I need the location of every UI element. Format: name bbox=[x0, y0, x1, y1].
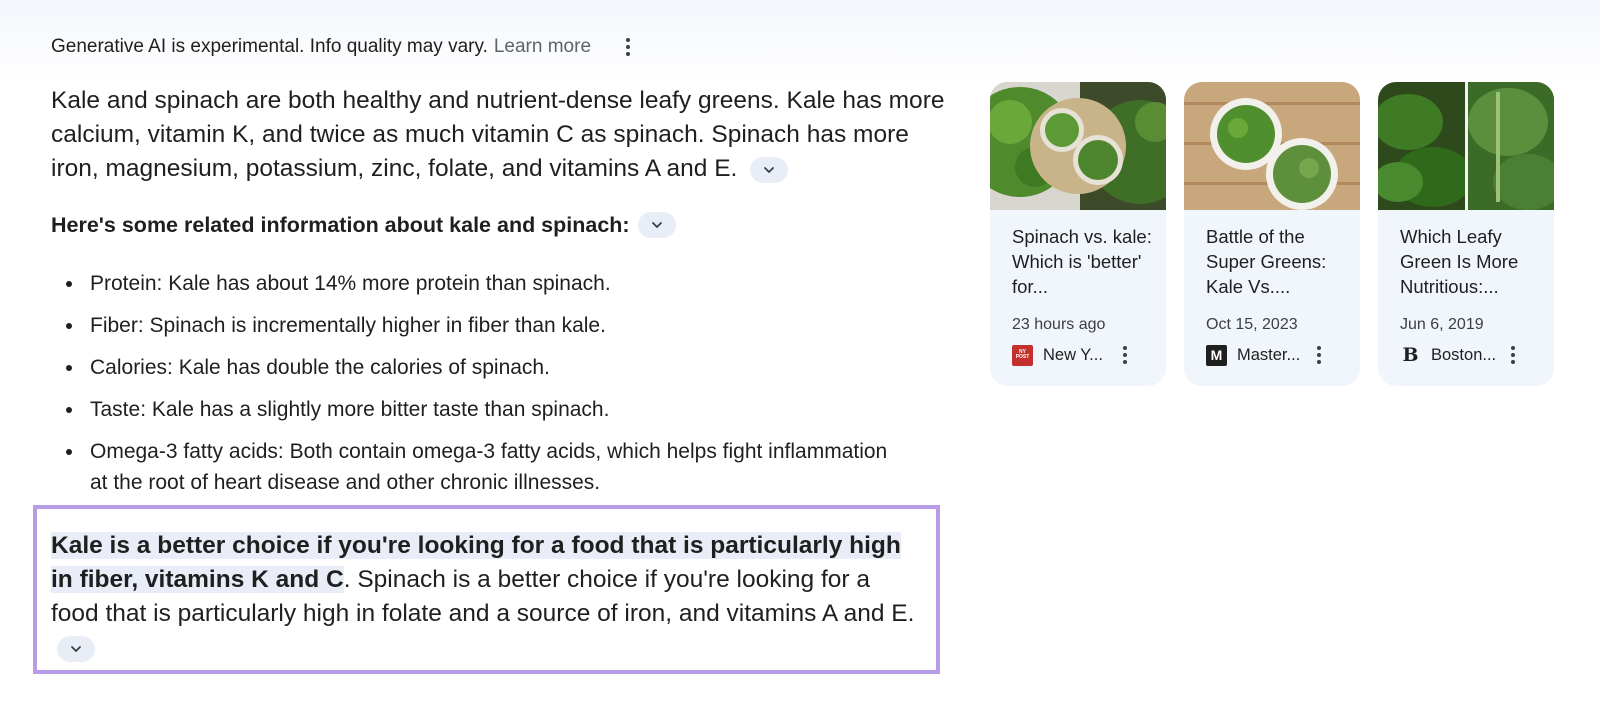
card-source: B Boston... bbox=[1400, 344, 1540, 366]
card-thumbnail-image bbox=[990, 82, 1166, 210]
source-name: Master... bbox=[1237, 345, 1301, 364]
more-vert-icon[interactable] bbox=[1116, 344, 1134, 366]
disclaimer-text: Generative AI is experimental. Info qual… bbox=[51, 36, 488, 57]
card-title[interactable]: Which Leafy Green Is More Nutritious:... bbox=[1400, 224, 1540, 302]
card-date: 23 hours ago bbox=[1012, 316, 1106, 333]
highlighted-conclusion: Kale is a better choice if you're lookin… bbox=[33, 505, 940, 674]
card-title[interactable]: Spinach vs. kale: Which is 'better' for.… bbox=[1012, 224, 1152, 302]
card-date: Jun 6, 2019 bbox=[1400, 316, 1484, 333]
new-york-post-favicon-icon: NY POST bbox=[1012, 344, 1033, 366]
card-source: NY POST New Y... bbox=[1012, 344, 1152, 366]
source-card[interactable]: Battle of the Super Greens: Kale Vs.... … bbox=[1184, 82, 1360, 386]
conclusion-text: Kale is a better choice if you're lookin… bbox=[51, 529, 922, 665]
list-item: Calories: Kale has double the calories o… bbox=[66, 352, 890, 383]
source-name: New Y... bbox=[1043, 345, 1103, 364]
expand-conclusion-button[interactable] bbox=[57, 635, 95, 662]
more-vert-icon[interactable] bbox=[1310, 344, 1328, 366]
source-name: Boston... bbox=[1431, 345, 1497, 364]
ai-overview-summary: Kale and spinach are both healthy and nu… bbox=[51, 84, 951, 186]
boston-favicon-icon: B bbox=[1402, 344, 1419, 366]
more-vert-icon[interactable] bbox=[1504, 344, 1522, 366]
card-title[interactable]: Battle of the Super Greens: Kale Vs.... bbox=[1206, 224, 1346, 302]
chevron-down-icon bbox=[71, 645, 81, 652]
expand-sources-button[interactable] bbox=[750, 156, 789, 183]
list-item: Protein: Kale has about 14% more protein… bbox=[66, 268, 890, 299]
chevron-down-icon bbox=[651, 222, 662, 228]
card-date: Oct 15, 2023 bbox=[1206, 316, 1298, 333]
summary-text: Kale and spinach are both healthy and nu… bbox=[51, 87, 945, 182]
related-info-list: Protein: Kale has about 14% more protein… bbox=[66, 268, 890, 509]
related-info-heading: Here's some related information about ka… bbox=[51, 212, 676, 238]
ai-disclaimer: Generative AI is experimental. Info qual… bbox=[51, 34, 637, 60]
source-cards: Spinach vs. kale: Which is 'better' for.… bbox=[990, 82, 1554, 386]
more-vert-icon[interactable] bbox=[619, 36, 637, 58]
list-item: Omega-3 fatty acids: Both contain omega-… bbox=[66, 436, 890, 498]
expand-related-button[interactable] bbox=[637, 212, 676, 238]
chevron-down-icon bbox=[764, 166, 775, 173]
source-card[interactable]: Which Leafy Green Is More Nutritious:...… bbox=[1378, 82, 1554, 386]
card-source: M Master... bbox=[1206, 344, 1346, 366]
source-card[interactable]: Spinach vs. kale: Which is 'better' for.… bbox=[990, 82, 1166, 386]
learn-more-link[interactable]: Learn more bbox=[494, 36, 591, 58]
related-heading-text: Here's some related information about ka… bbox=[51, 212, 630, 237]
masterclass-favicon-icon: M bbox=[1206, 344, 1227, 366]
list-item: Taste: Kale has a slightly more bitter t… bbox=[66, 394, 890, 425]
list-item: Fiber: Spinach is incrementally higher i… bbox=[66, 310, 890, 341]
card-thumbnail-image bbox=[1184, 82, 1360, 210]
card-thumbnail-image bbox=[1378, 82, 1554, 210]
